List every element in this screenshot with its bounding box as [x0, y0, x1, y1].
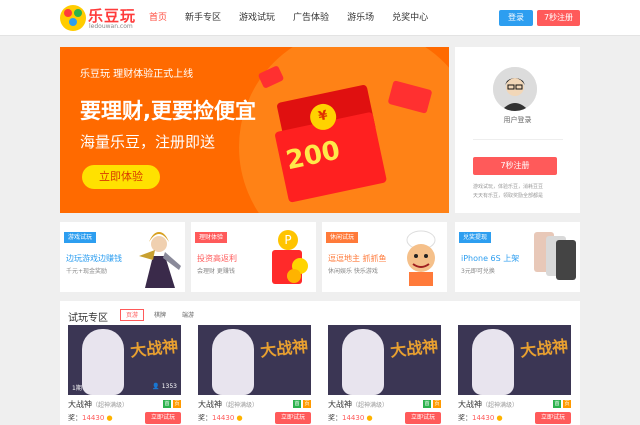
game-card[interactable]: 大战神 大战神（超神满级） 首 页 奖：14430 ● 立即试玩 [458, 325, 571, 425]
nav-game-trial[interactable]: 游戏试玩 [230, 0, 284, 36]
game-reward: 奖：14430 ● [198, 414, 243, 422]
user-icon: 👤 [152, 383, 160, 390]
promo-tag: 休闲试玩 [326, 232, 359, 243]
game-name: 大战神（超神满级） [198, 400, 259, 409]
promo-desc: 会理财 更赚钱 [197, 268, 235, 275]
game-name: 大战神（超神满级） [68, 400, 129, 409]
hero-banner[interactable]: 乐豆玩 理财体验正式上线 要理财,更要捡便宜 海量乐豆，注册即送 立即体验 ¥ … [60, 47, 449, 213]
game-rank: 1期 [72, 385, 82, 392]
promo-tag: 游戏试玩 [64, 232, 97, 243]
site-logo[interactable]: 乐豆玩 ledouwan.com [60, 4, 140, 32]
promo-title: 逗逗地主 抓抓鱼 [328, 254, 387, 263]
game-card[interactable]: 大战神 1期 👤 1353 大战神（超神满级） 首 页 奖：14430 ● 立即… [68, 325, 181, 425]
game-thumbnail[interactable]: 大战神 1期 👤 1353 [68, 325, 181, 395]
panel-hint: 游戏试玩，体验乐豆，消耗豆豆 [473, 184, 544, 190]
badge-icon: 首 [163, 400, 171, 408]
promo-desc: 3元即可兑换 [461, 268, 495, 275]
nav-prize-center[interactable]: 兑奖中心 [383, 0, 437, 36]
promo-desc: 休闲娱乐 快乐游戏 [328, 268, 378, 275]
badge-icon: 首 [423, 400, 431, 408]
badge-icon: 页 [173, 400, 181, 408]
game-card[interactable]: 大战神 大战神（超神满级） 首 页 奖：14430 ● 立即试玩 [328, 325, 441, 425]
warrior-character-icon [139, 232, 181, 288]
play-now-button[interactable]: 立即试玩 [145, 412, 181, 424]
promo-title: iPhone 6S 上架 [461, 254, 520, 263]
top-navigation-bar: 乐豆玩 ledouwan.com 首页 新手专区 游戏试玩 广告体验 游乐场 兑… [0, 0, 640, 36]
login-button[interactable]: 登录 [499, 10, 533, 26]
coin-icon: ● [106, 414, 113, 422]
tab-client-games[interactable]: 端游 [176, 309, 200, 321]
play-now-button[interactable]: 立即试玩 [535, 412, 571, 424]
user-login-link[interactable]: 用户登录 [455, 115, 580, 125]
tab-board-games[interactable]: 棋牌 [148, 309, 172, 321]
promo-desc: 千元+现金奖励 [66, 268, 108, 275]
game-reward: 奖：14430 ● [458, 414, 503, 422]
promo-title: 投资高返利 [197, 254, 237, 263]
play-now-button[interactable]: 立即试玩 [275, 412, 311, 424]
red-envelope-illustration: ¥ 200 [265, 83, 398, 213]
promo-title: 边玩游戏边赚钱 [66, 254, 122, 263]
iphone-icon [534, 232, 576, 280]
user-panel: 用户登录 7秒注册 游戏试玩，体验乐豆，消耗豆豆 天天有乐豆，领取奖励全部都是 [455, 47, 580, 213]
coin-icon: ● [236, 414, 243, 422]
main-nav: 首页 新手专区 游戏试玩 广告体验 游乐场 兑奖中心 [140, 0, 437, 36]
badge-icon: 首 [553, 400, 561, 408]
promo-card-redeem[interactable]: 兑奖提现 iPhone 6S 上架 3元即可兑换 [455, 222, 580, 292]
tab-web-games[interactable]: 页游 [120, 309, 145, 321]
svg-text:P: P [284, 233, 291, 247]
game-reward: 奖：14430 ● [328, 414, 373, 422]
player-count: 👤 1353 [152, 383, 177, 390]
badge-icon: 页 [303, 400, 311, 408]
nav-ad-experience[interactable]: 广告体验 [284, 0, 338, 36]
game-thumbnail[interactable]: 大战神 [458, 325, 571, 395]
banner-headline: 要理财,更要捡便宜 [80, 99, 256, 123]
promo-card-casual[interactable]: 休闲试玩 逗逗地主 抓抓鱼 休闲娱乐 快乐游戏 [322, 222, 447, 292]
game-name: 大战神（超神满级） [458, 400, 519, 409]
trial-section: 试玩专区 页游 棋牌 端游 大战神 1期 👤 1353 大战神（超神满级） 首 … [60, 301, 580, 425]
avatar[interactable] [493, 67, 537, 111]
panel-hint: 天天有乐豆，领取奖励全部都是 [473, 193, 544, 199]
game-thumbnail[interactable]: 大战神 [328, 325, 441, 395]
nav-playground[interactable]: 游乐场 [338, 0, 383, 36]
badge-icon: 首 [293, 400, 301, 408]
trial-tabs: 页游 棋牌 端游 [120, 309, 200, 321]
register-button[interactable]: 7秒注册 [537, 10, 580, 26]
play-now-button[interactable]: 立即试玩 [405, 412, 441, 424]
banner-title: 乐豆玩 理财体验正式上线 [80, 69, 194, 80]
coin-icon: ● [496, 414, 503, 422]
game-thumbnail[interactable]: 大战神 [198, 325, 311, 395]
logo-icon [60, 5, 86, 31]
panel-register-button[interactable]: 7秒注册 [473, 157, 557, 175]
badge-icon: 页 [563, 400, 571, 408]
red-envelope-coins-icon: P [272, 230, 308, 284]
banner-subline: 海量乐豆，注册即送 [80, 133, 216, 151]
nav-newbie[interactable]: 新手专区 [176, 0, 230, 36]
chef-character-icon [406, 230, 436, 286]
game-card[interactable]: 大战神 大战神（超神满级） 首 页 奖：14430 ● 立即试玩 [198, 325, 311, 425]
game-name: 大战神（超神满级） [328, 400, 389, 409]
badge-icon: 页 [433, 400, 441, 408]
banner-cta-button[interactable]: 立即体验 [82, 165, 160, 189]
promo-tag: 兑奖提现 [459, 232, 492, 243]
promo-card-finance[interactable]: 理财体验 投资高返利 会理财 更赚钱 P [191, 222, 316, 292]
nav-home[interactable]: 首页 [140, 0, 176, 36]
trial-section-title: 试玩专区 [68, 313, 108, 324]
coin-icon: ● [366, 414, 373, 422]
game-reward: 奖：14430 ● [68, 414, 113, 422]
promo-card-game-trial[interactable]: 游戏试玩 边玩游戏边赚钱 千元+现金奖励 [60, 222, 185, 292]
logo-domain: ledouwan.com [89, 23, 133, 30]
promo-tag: 理财体验 [195, 232, 228, 243]
